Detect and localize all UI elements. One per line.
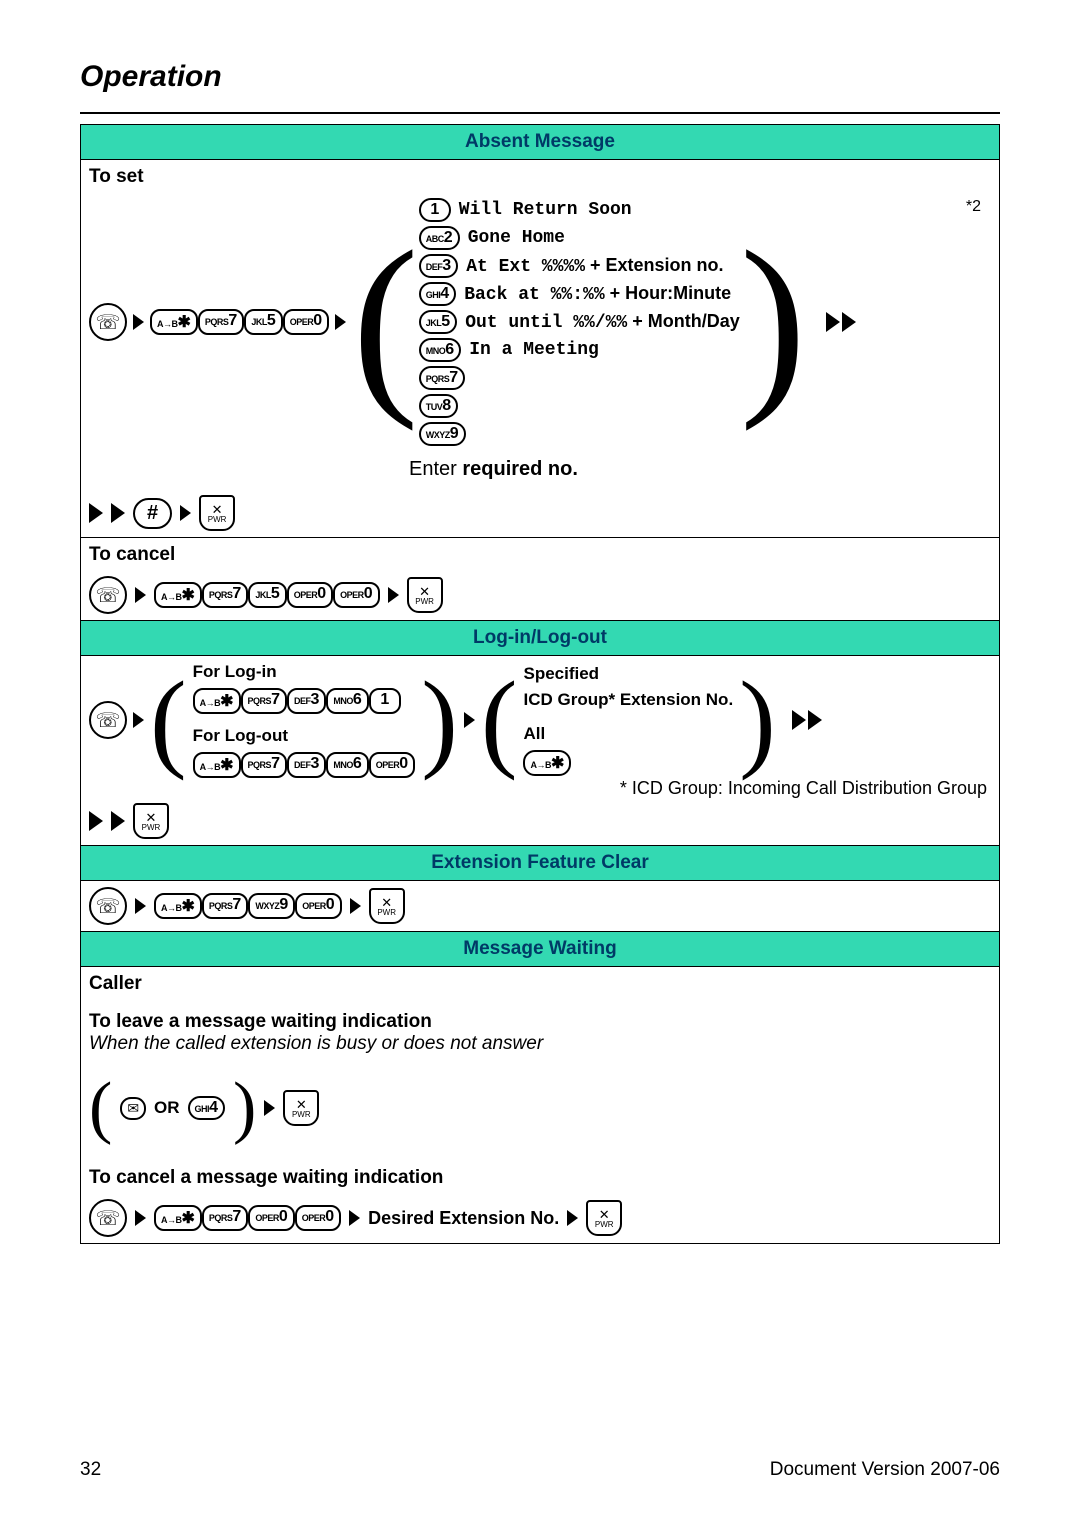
specified-label: Specified <box>523 664 733 684</box>
leave-subtitle: When the called extension is busy or doe… <box>89 1033 991 1055</box>
power-icon: PWR <box>369 888 405 924</box>
absent-to-set-cell: To set ☏ A→B✱ PQRS7 JKL5 OPER0 *2 ( 1 <box>81 160 1000 538</box>
arrow-icon <box>335 314 346 330</box>
hash-key: # <box>133 498 172 529</box>
offhook-icon: ☏ <box>89 887 127 925</box>
key-sequence-star7500: A→B✱ PQRS7 JKL5 OPER0 OPER0 <box>154 582 380 608</box>
brace-close-icon: ) <box>739 665 776 775</box>
arrow-icon <box>808 710 822 730</box>
envelope-icon: ✉ <box>120 1097 146 1120</box>
for-login-label: For Log-in <box>193 662 416 682</box>
arrow-icon <box>180 505 191 521</box>
arrow-icon <box>350 898 361 914</box>
efc-cell: ☏ A→B✱ PQRS7 WXYZ9 OPER0 PWR <box>81 881 1000 932</box>
brace-close-icon: ) <box>740 242 807 402</box>
icd-footnote: * ICD Group: Incoming Call Distribution … <box>89 778 991 799</box>
arrow-icon <box>111 811 125 831</box>
icd-group-ext-label: ICD Group* Extension No. <box>523 690 733 710</box>
arrow-icon <box>388 587 399 603</box>
operation-table: Absent Message To set ☏ A→B✱ PQRS7 JKL5 … <box>80 124 1000 1244</box>
mw-header: Message Waiting <box>81 932 1000 967</box>
offhook-icon: ☏ <box>89 576 127 614</box>
for-logout-label: For Log-out <box>193 726 416 746</box>
login-cell: ☏ ( For Log-in A→B✱ PQRS7 DEF3 MNO6 1 Fo… <box>81 656 1000 846</box>
absent-message-header: Absent Message <box>81 125 1000 160</box>
mw-cell: Caller To leave a message waiting indica… <box>81 967 1000 1244</box>
arrow-icon <box>135 587 146 603</box>
brace-open-icon: ( <box>481 665 518 775</box>
star2-note: *2 <box>966 198 981 216</box>
arrow-icon <box>349 1210 360 1226</box>
star-key: A→B✱ <box>523 750 571 776</box>
absent-to-cancel-cell: To cancel ☏ A→B✱ PQRS7 JKL5 OPER0 OPER0 … <box>81 538 1000 621</box>
desired-ext-label: Desired Extension No. <box>368 1208 559 1229</box>
arrow-icon <box>89 811 103 831</box>
brace-close-icon: ) <box>421 665 458 775</box>
all-label: All <box>523 724 733 744</box>
offhook-icon: ☏ <box>89 303 127 341</box>
arrow-icon <box>133 712 144 728</box>
login-logout-header: Log-in/Log-out <box>81 621 1000 656</box>
offhook-icon: ☏ <box>89 1199 127 1237</box>
absent-options-list: 1Will Return Soon ABC2Gone Home DEF3At E… <box>419 198 740 446</box>
arrow-icon <box>464 712 475 728</box>
arrow-icon <box>135 898 146 914</box>
offhook-icon: ☏ <box>89 701 127 739</box>
arrow-icon <box>826 312 840 332</box>
efc-key-sequence: A→B✱ PQRS7 WXYZ9 OPER0 <box>154 893 342 919</box>
logout-key-sequence: A→B✱ PQRS7 DEF3 MNO6 OPER0 <box>193 752 416 778</box>
page-number: 32 <box>80 1459 101 1481</box>
arrow-icon <box>264 1100 275 1116</box>
arrow-icon <box>89 503 103 523</box>
page-title: Operation <box>80 60 1000 94</box>
to-set-label: To set <box>89 166 991 188</box>
title-rule <box>80 112 1000 114</box>
to-cancel-label: To cancel <box>89 544 991 566</box>
brace-open-icon: ( <box>150 665 187 775</box>
login-key-sequence: A→B✱ PQRS7 DEF3 MNO6 1 <box>193 688 416 714</box>
mw-cancel-key-sequence: A→B✱ PQRS7 OPER0 OPER0 <box>154 1205 341 1231</box>
doc-version: Document Version 2007-06 <box>770 1459 1000 1481</box>
power-icon: PWR <box>133 803 169 839</box>
arrow-icon <box>111 503 125 523</box>
efc-header: Extension Feature Clear <box>81 846 1000 881</box>
power-icon: PWR <box>407 577 443 613</box>
arrow-icon <box>567 1210 578 1226</box>
key-sequence-star750: A→B✱ PQRS7 JKL5 OPER0 <box>150 309 329 335</box>
arrow-icon <box>133 314 144 330</box>
brace-open-icon: ( <box>89 1073 112 1143</box>
brace-open-icon: ( <box>352 242 419 402</box>
brace-close-icon: ) <box>233 1073 256 1143</box>
arrow-icon <box>135 1210 146 1226</box>
enter-required-caption: Enter required no. <box>409 458 991 481</box>
cancel-title: To cancel a message waiting indication <box>89 1167 991 1189</box>
ghi4-key: GHI4 <box>188 1096 225 1120</box>
caller-label: Caller <box>89 973 991 995</box>
or-label: OR <box>154 1098 180 1118</box>
power-icon: PWR <box>283 1090 319 1126</box>
power-icon: PWR <box>586 1200 622 1236</box>
power-icon: PWR <box>199 495 235 531</box>
arrow-icon <box>842 312 856 332</box>
page-footer: 32 Document Version 2007-06 <box>80 1459 1000 1481</box>
leave-title: To leave a message waiting indication <box>89 1011 991 1033</box>
arrow-icon <box>792 710 806 730</box>
